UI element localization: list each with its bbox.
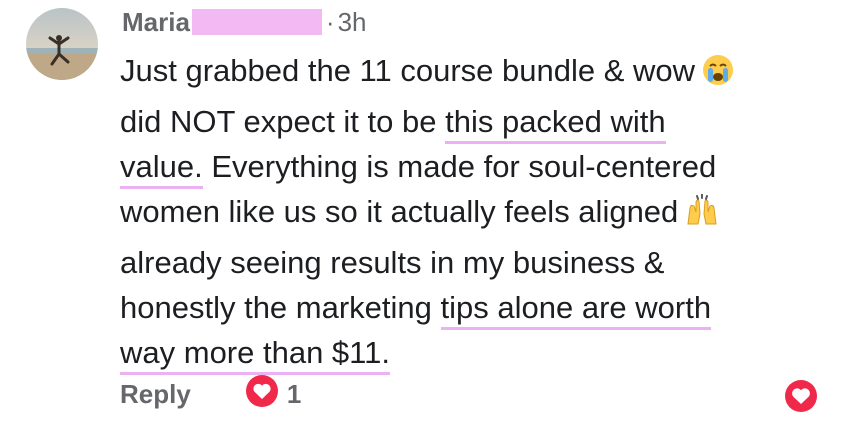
comment-actions: Reply 1 <box>120 374 301 414</box>
redaction-block <box>191 9 322 35</box>
comment-line: honestly the marketing tips alone are wo… <box>120 285 820 330</box>
heart-icon <box>785 380 817 412</box>
highlighted-text: this packed with <box>445 104 666 144</box>
comment-line: women like us so it actually feels align… <box>120 189 820 240</box>
comment-line: already seeing results in my business & <box>120 240 820 285</box>
reaction-count: 1 <box>286 378 302 409</box>
comment-text: honestly the marketing <box>120 290 441 325</box>
comment-line: value. Everything is made for soul-cente… <box>120 144 820 189</box>
comment-line: Just grabbed the 11 course bundle & wow <box>120 48 820 99</box>
reply-button[interactable]: Reply <box>120 379 191 410</box>
highlighted-text: tips alone are worth <box>440 290 712 330</box>
comment-line: did NOT expect it to be this packed with <box>120 99 820 144</box>
comment-text: did NOT expect it to be <box>120 104 446 139</box>
avatar[interactable] <box>26 8 98 80</box>
highlighted-text: way more than $11. <box>120 335 390 375</box>
comment-header: Maria · 3h <box>122 4 367 40</box>
comment-body: Just grabbed the 11 course bundle & wow … <box>120 48 820 375</box>
highlighted-text: value. <box>120 149 203 189</box>
comment-text: already seeing results in my business & <box>120 245 665 280</box>
meta-separator: · <box>325 6 335 37</box>
timestamp[interactable]: 3h <box>338 7 367 38</box>
raising-hands-emoji-icon <box>684 193 720 240</box>
heart-reaction-icon <box>245 374 279 415</box>
avatar-image <box>26 8 98 80</box>
comment-card: Maria · 3h Just grabbed the 11 course bu… <box>0 0 845 426</box>
reaction-summary[interactable]: 1 <box>245 374 301 415</box>
crying-face-emoji-icon <box>701 53 735 99</box>
comment-line: way more than $11. <box>120 330 820 375</box>
like-heart-button[interactable] <box>783 378 819 419</box>
author-name[interactable]: Maria <box>122 7 190 38</box>
comment-text: Just grabbed the 11 course bundle & wow <box>120 53 696 88</box>
comment-text: Everything is made for soul-centered <box>202 149 717 184</box>
comment-text: women like us so it actually feels align… <box>120 194 679 229</box>
